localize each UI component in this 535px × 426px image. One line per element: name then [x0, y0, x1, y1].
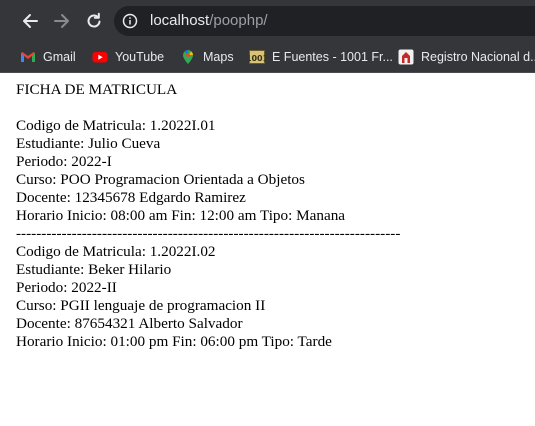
bookmark-label: YouTube [115, 50, 165, 64]
url-host: localhost [150, 12, 210, 29]
gmail-icon [21, 52, 35, 62]
youtube-icon [92, 52, 108, 63]
back-arrow-icon[interactable] [21, 12, 39, 30]
bookmarks-bar: Gmail YouTube Maps 1001 E Fuentes - 1001… [0, 42, 535, 73]
record-1-docente: Docente: 12345678 Edgardo Ramirez [16, 189, 246, 206]
record-1-horario: Horario Inicio: 08:00 am Fin: 12:00 am T… [16, 207, 346, 224]
browser-toolbar: localhost/poophp/ [0, 0, 535, 42]
record-2-estudiante: Estudiante: Beker Hilario [16, 261, 172, 278]
record-2-codigo: Codigo de Matricula: 1.2022I.02 [16, 243, 216, 260]
record-1-curso: Curso: POO Programacion Orientada a Obje… [16, 171, 305, 188]
site-info-icon[interactable] [122, 13, 138, 29]
bookmark-gmail[interactable]: Gmail [20, 46, 76, 68]
record-1-codigo: Codigo de Matricula: 1.2022I.01 [16, 117, 216, 134]
record-2-docente: Docente: 87654321 Alberto Salvador [16, 315, 243, 332]
bookmark-label: Registro Nacional d... [421, 50, 535, 64]
registro-icon [398, 49, 414, 65]
bookmark-label: Maps [203, 50, 234, 64]
fuentes-icon: 1001 [249, 50, 265, 64]
address-bar[interactable]: localhost/poophp/ [114, 6, 535, 36]
reload-icon[interactable] [85, 12, 103, 30]
record-2-curso: Curso: PGII lenguaje de programacion II [16, 297, 266, 314]
record-2-horario: Horario Inicio: 01:00 pm Fin: 06:00 pm T… [16, 333, 332, 350]
page-content: FICHA DE MATRICULA Codigo de Matricula: … [0, 73, 535, 426]
bookmark-label: Gmail [43, 50, 76, 64]
bookmark-fuentes[interactable]: 1001 E Fuentes - 1001 Fr... [249, 46, 393, 68]
bookmark-label: E Fuentes - 1001 Fr... [272, 50, 393, 64]
maps-icon [183, 49, 193, 64]
record-2-periodo: Periodo: 2022-II [16, 279, 117, 296]
record-separator: ----------------------------------------… [16, 225, 401, 242]
forward-arrow-icon[interactable] [53, 12, 71, 30]
url-text[interactable]: localhost/poophp/ [150, 12, 268, 30]
url-path: /poophp/ [209, 12, 268, 29]
record-1-estudiante: Estudiante: Julio Cueva [16, 135, 161, 152]
page-title: FICHA DE MATRICULA [16, 81, 178, 98]
bookmark-registro[interactable]: Registro Nacional d... [398, 46, 535, 68]
bookmark-maps[interactable]: Maps [180, 46, 234, 68]
record-1-periodo: Periodo: 2022-I [16, 153, 112, 170]
svg-text:1001: 1001 [249, 54, 265, 63]
bookmark-youtube[interactable]: YouTube [92, 46, 164, 68]
